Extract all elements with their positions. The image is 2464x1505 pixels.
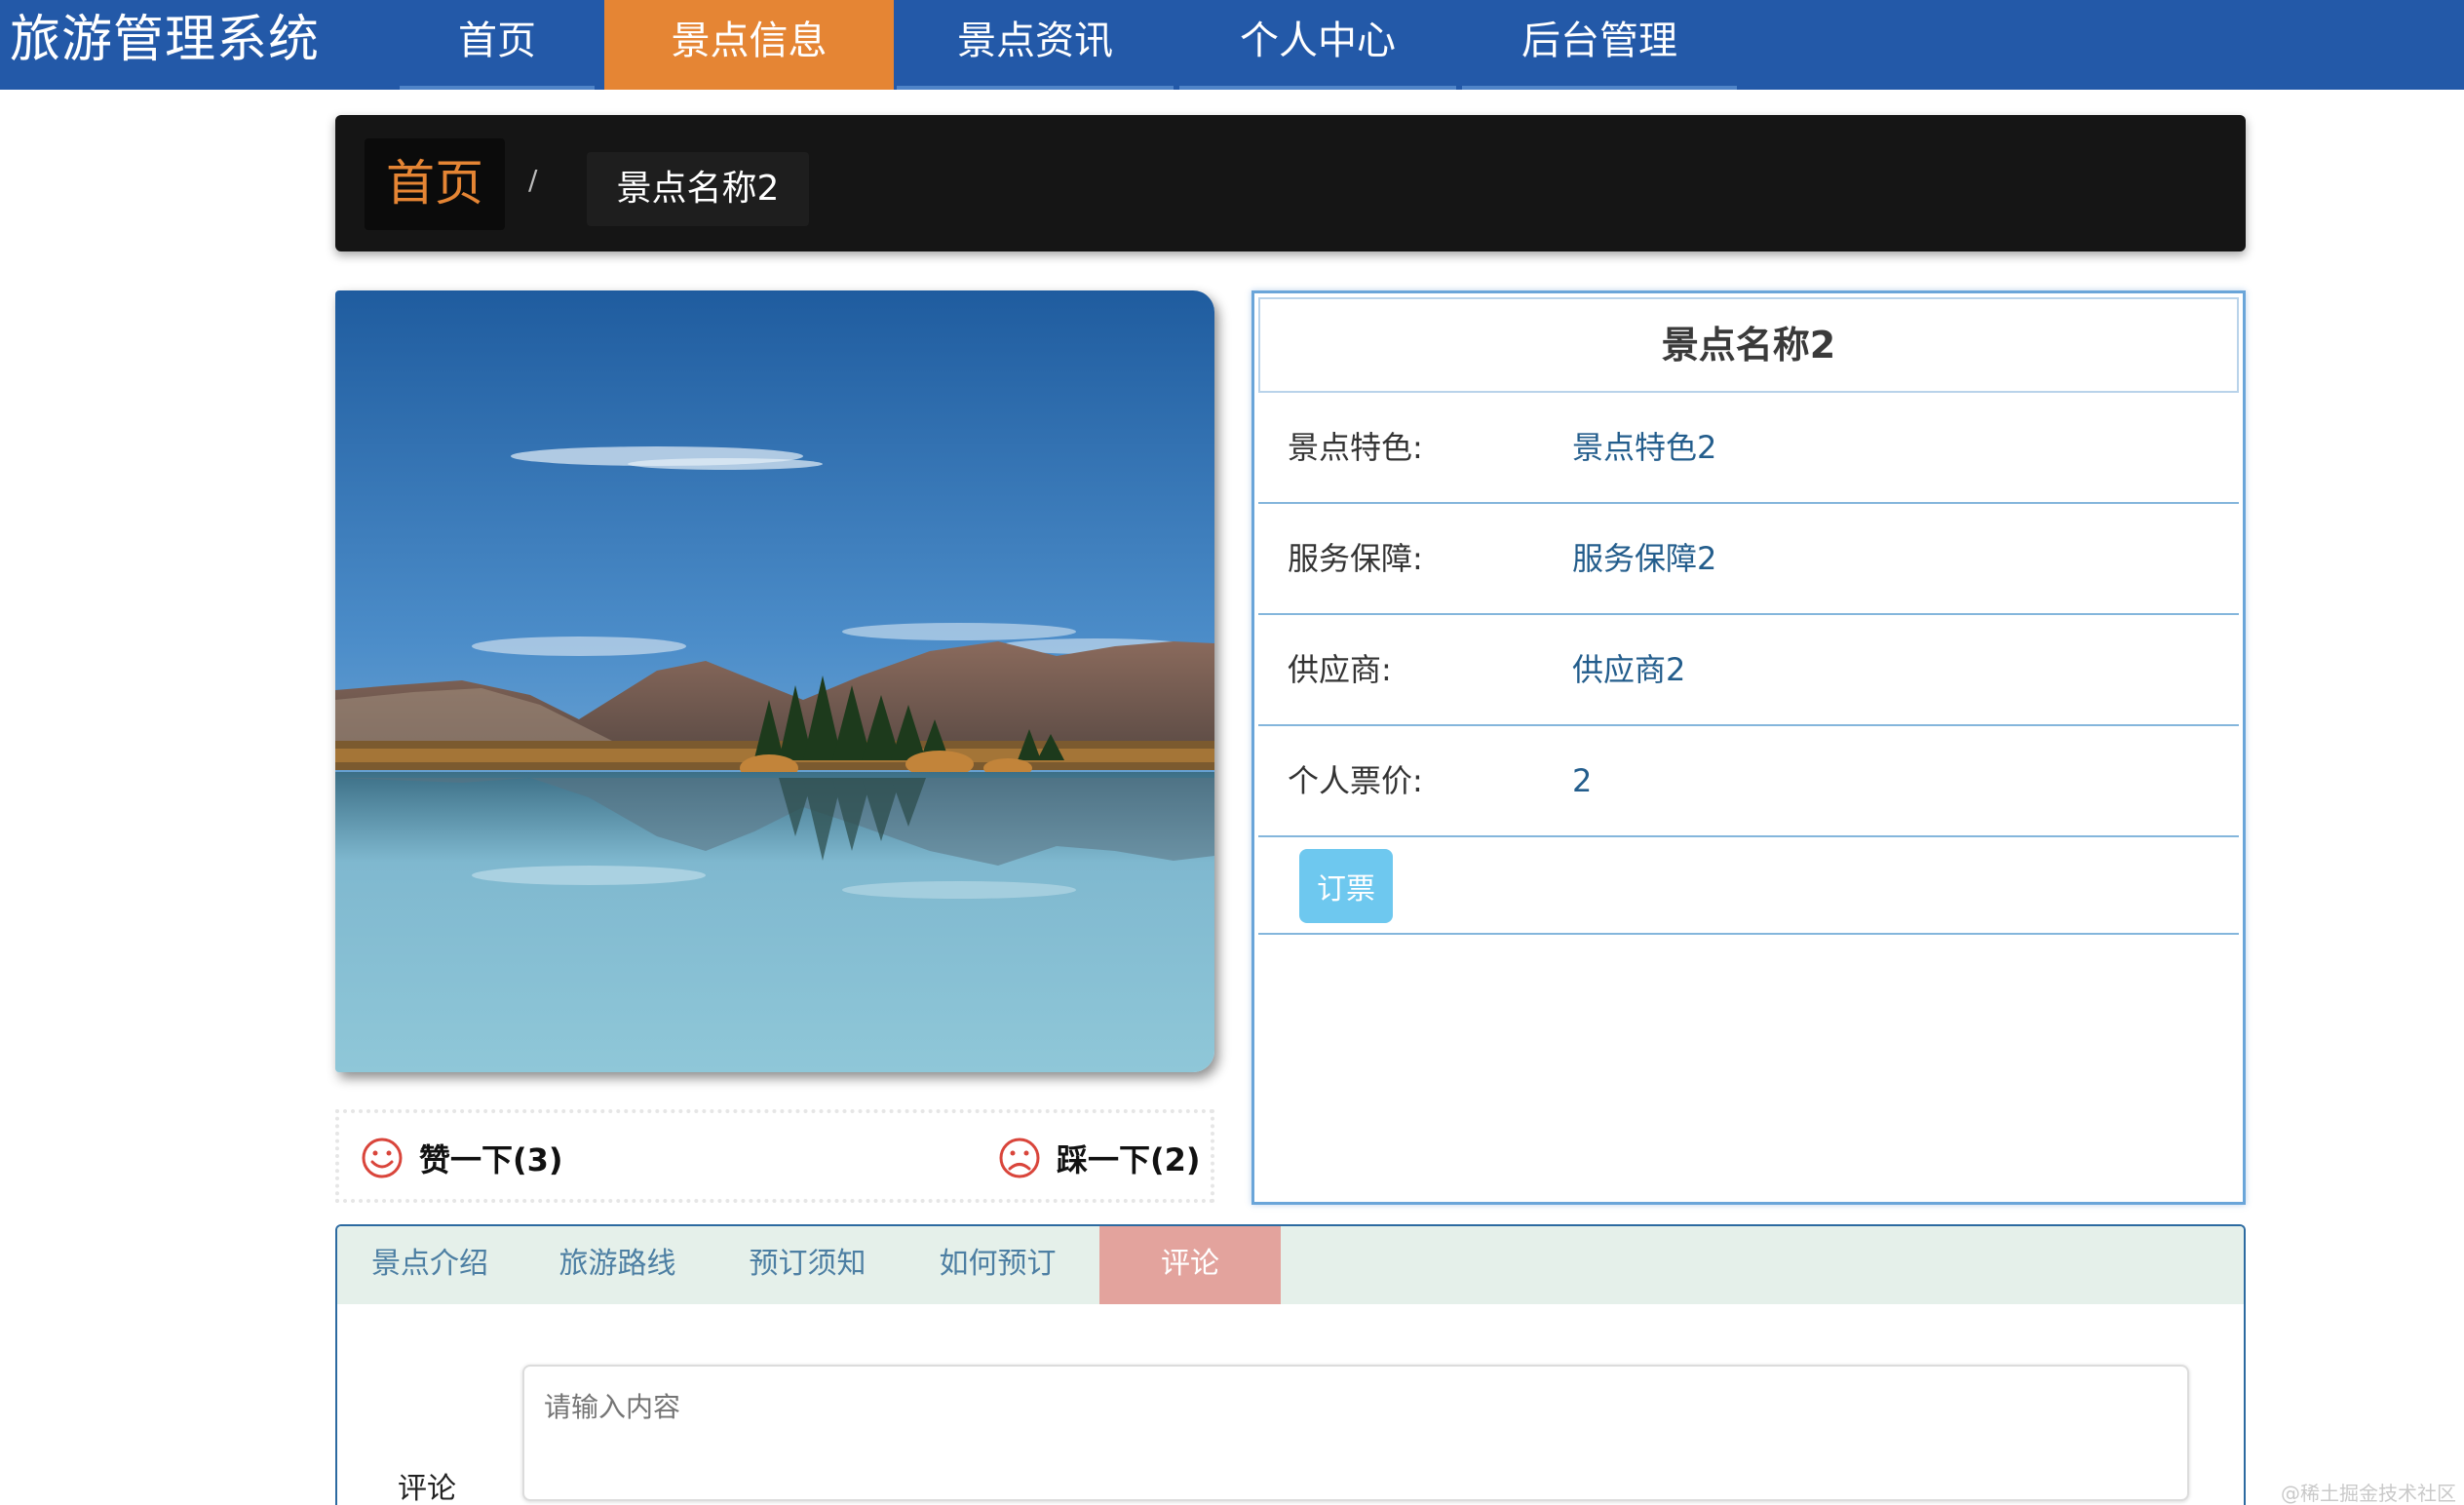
booking-row: 订票 bbox=[1258, 837, 2239, 935]
breadcrumb-current: 景点名称2 bbox=[587, 152, 809, 226]
comment-label: 评论 bbox=[398, 1472, 456, 1505]
tab-how-to-book[interactable]: 如何预订 bbox=[903, 1226, 1093, 1304]
nav-item-profile[interactable]: 个人中心 bbox=[1179, 0, 1456, 90]
nav-underline bbox=[400, 86, 595, 90]
nav-underline bbox=[897, 86, 1174, 90]
attraction-detail-panel: 景点名称2 景点特色: 景点特色2 服务保障: 服务保障2 供应商: 供应商2 … bbox=[1251, 290, 2246, 1205]
detail-row-service: 服务保障: 服务保障2 bbox=[1258, 504, 2239, 615]
nav-item-admin[interactable]: 后台管理 bbox=[1462, 0, 1737, 90]
attraction-photo bbox=[335, 290, 1214, 1072]
detail-row-feature: 景点特色: 景点特色2 bbox=[1258, 393, 2239, 504]
sad-face-icon bbox=[999, 1138, 1040, 1178]
tabs-section: 景点介绍 旅游路线 预订须知 如何预订 评论 评论 bbox=[335, 1224, 2246, 1505]
breadcrumb: 首页 / 景点名称2 bbox=[335, 115, 2246, 251]
detail-row-supplier: 供应商: 供应商2 bbox=[1258, 615, 2239, 726]
nav-item-news[interactable]: 景点资讯 bbox=[897, 0, 1174, 90]
dislike-count-label: 踩一下(2) bbox=[1057, 1141, 1201, 1178]
nav-item-label: 个人中心 bbox=[1240, 19, 1396, 63]
tab-travel-route[interactable]: 旅游路线 bbox=[522, 1226, 712, 1304]
breadcrumb-home-link[interactable]: 首页 bbox=[365, 138, 505, 230]
detail-value: 景点特色2 bbox=[1572, 429, 1717, 466]
breadcrumb-separator: / bbox=[528, 164, 538, 196]
nav-item-label: 首页 bbox=[458, 19, 536, 63]
nav-item-label: 景点信息 bbox=[671, 19, 828, 63]
lake-landscape-image bbox=[335, 290, 1214, 1072]
smiley-face-icon bbox=[362, 1138, 403, 1178]
tab-comments[interactable]: 评论 bbox=[1099, 1226, 1281, 1304]
top-nav-bar: 旅游管理系统 首页 景点信息 景点资讯 个人中心 后台管理 bbox=[0, 0, 2464, 90]
nav-item-attractions[interactable]: 景点信息 bbox=[604, 0, 894, 90]
tab-introduction[interactable]: 景点介绍 bbox=[337, 1226, 522, 1304]
detail-value: 服务保障2 bbox=[1572, 540, 1717, 577]
detail-key: 景点特色: bbox=[1288, 429, 1423, 466]
comment-textarea[interactable] bbox=[522, 1365, 2189, 1501]
watermark: @稀土掘金技术社区 bbox=[2281, 1482, 2456, 1505]
detail-value: 2 bbox=[1572, 762, 1593, 799]
nav-item-label: 景点资讯 bbox=[957, 19, 1113, 63]
nav-underline bbox=[1462, 86, 1737, 90]
book-ticket-button[interactable]: 订票 bbox=[1299, 849, 1393, 923]
detail-row-price: 个人票价: 2 bbox=[1258, 726, 2239, 837]
vote-bar: 赞一下(3) 踩一下(2) bbox=[335, 1109, 1214, 1203]
tab-strip: 景点介绍 旅游路线 预订须知 如何预订 评论 bbox=[337, 1226, 2244, 1304]
nav-underline bbox=[604, 86, 894, 90]
like-button[interactable]: 赞一下(3) bbox=[361, 1131, 563, 1185]
detail-value: 供应商2 bbox=[1572, 651, 1686, 688]
dislike-button[interactable]: 踩一下(2) bbox=[998, 1131, 1201, 1185]
attraction-title: 景点名称2 bbox=[1258, 297, 2239, 393]
tab-booking-notice[interactable]: 预订须知 bbox=[712, 1226, 903, 1304]
nav-underline bbox=[1179, 86, 1456, 90]
detail-key: 个人票价: bbox=[1288, 762, 1423, 799]
like-count-label: 赞一下(3) bbox=[419, 1141, 563, 1178]
site-brand[interactable]: 旅游管理系统 bbox=[10, 0, 320, 84]
nav-item-home[interactable]: 首页 bbox=[400, 0, 595, 90]
nav-item-label: 后台管理 bbox=[1521, 19, 1677, 63]
detail-key: 供应商: bbox=[1288, 651, 1392, 688]
detail-key: 服务保障: bbox=[1288, 540, 1423, 577]
